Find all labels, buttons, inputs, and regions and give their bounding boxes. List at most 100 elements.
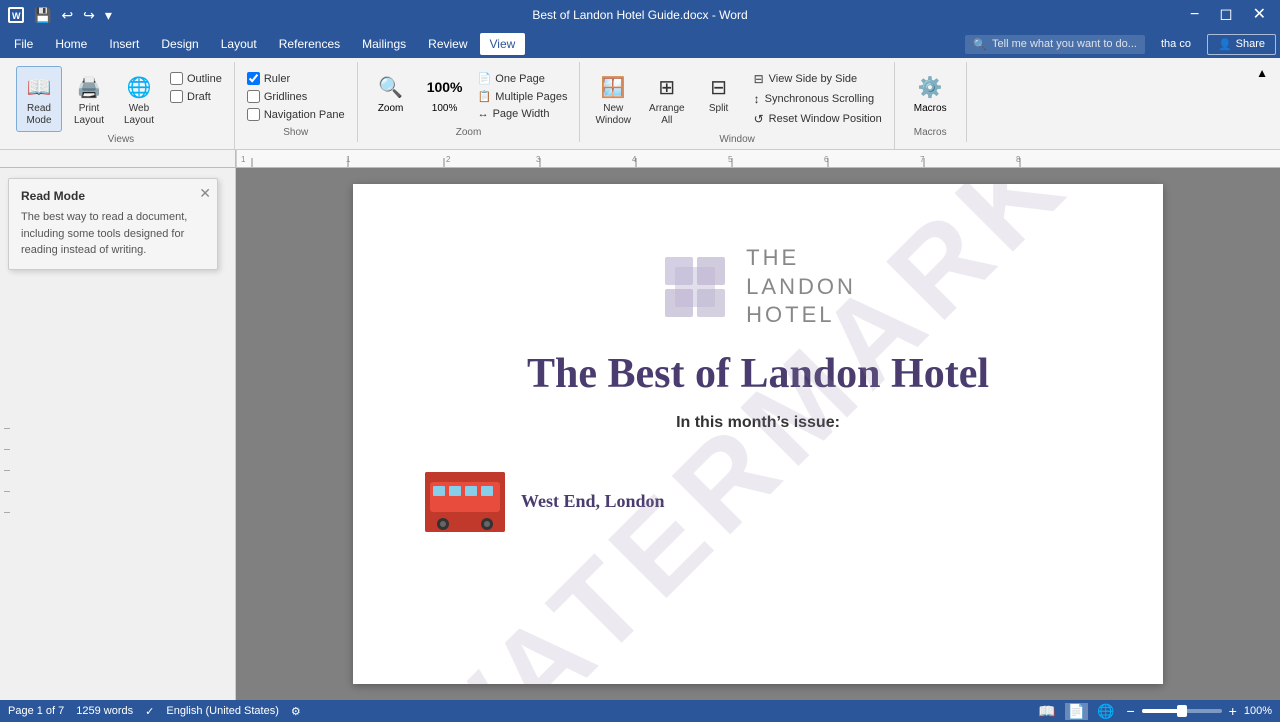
proofing-icon: ✓ — [145, 705, 154, 718]
close-button[interactable]: ✕ — [1247, 0, 1272, 30]
ribbon-group-show: Ruler Gridlines Navigation Pane Show — [235, 62, 358, 142]
web-layout-icon: 🌐 — [123, 71, 155, 103]
title-bar: W 💾 ↩ ↪ ▾ Best of Landon Hotel Guide.doc… — [0, 0, 1280, 30]
person-icon: 👤 — [1218, 38, 1232, 51]
draft-check[interactable]: Draft — [166, 88, 226, 105]
navigation-pane-check[interactable]: Navigation Pane — [243, 106, 349, 123]
line-dash — [4, 470, 10, 471]
left-sidebar: Read Mode The best way to read a documen… — [0, 168, 236, 700]
menu-references[interactable]: References — [269, 33, 350, 55]
print-view-button[interactable]: 📄 — [1065, 703, 1088, 720]
line-numbers — [4, 428, 10, 513]
web-view-button[interactable]: 🌐 — [1094, 703, 1117, 720]
word-icon: W — [8, 7, 24, 23]
tooltip-close-button[interactable]: ✕ — [199, 185, 211, 202]
user-account[interactable]: tha co — [1155, 35, 1197, 53]
multiple-pages-icon: 📋 — [478, 90, 492, 103]
menu-file[interactable]: File — [4, 33, 43, 55]
bus-image — [425, 472, 505, 532]
document-area[interactable]: WATERMARKED THE LANDON H — [236, 168, 1280, 700]
zoom-100-icon: 100% — [429, 71, 461, 103]
page-1: WATERMARKED THE LANDON H — [353, 184, 1163, 684]
ribbon: 📖 ReadMode 🖨️ PrintLayout 🌐 WebLayout Ou… — [0, 58, 1280, 150]
web-layout-button[interactable]: 🌐 WebLayout — [116, 66, 162, 132]
hotel-logo: THE LANDON HOTEL — [660, 244, 856, 330]
split-button[interactable]: ⊟ Split — [696, 66, 742, 120]
zoom-button[interactable]: 🔍 Zoom — [366, 66, 416, 120]
macros-button[interactable]: ⚙️ Macros — [903, 66, 958, 120]
print-layout-button[interactable]: 🖨️ PrintLayout — [66, 66, 112, 132]
gridlines-check[interactable]: Gridlines — [243, 88, 349, 105]
status-bar: Page 1 of 7 1259 words ✓ English (United… — [0, 700, 1280, 722]
tooltip-description: The best way to read a document, includi… — [21, 209, 205, 259]
arrange-all-button[interactable]: ⊞ ArrangeAll — [642, 66, 692, 132]
show-options: Ruler Gridlines Navigation Pane — [243, 66, 349, 123]
zoom-thumb — [1177, 705, 1187, 717]
one-page-btn[interactable]: 📄 One Page — [474, 70, 572, 87]
ruler-area: 1 1 2 3 4 5 6 7 8 — [0, 150, 1280, 168]
hotel-name: THE LANDON HOTEL — [746, 244, 856, 330]
view-side-by-side-option[interactable]: ⊟ View Side by Side — [750, 70, 886, 88]
one-page-icon: 📄 — [478, 72, 492, 85]
minimize-button[interactable]: − — [1184, 0, 1205, 30]
tell-me-search[interactable]: 🔍 Tell me what you want to do... — [965, 35, 1145, 54]
reset-window-position-option[interactable]: ↺ Reset Window Position — [750, 110, 886, 128]
gridlines-checkbox[interactable] — [247, 90, 260, 103]
line-dash — [4, 491, 10, 492]
menu-view[interactable]: View — [480, 33, 526, 55]
multiple-pages-btn[interactable]: 📋 Multiple Pages — [474, 88, 572, 105]
window-buttons: 🪟 NewWindow ⊞ ArrangeAll ⊟ Split ⊟ View … — [588, 62, 885, 132]
menu-design[interactable]: Design — [151, 33, 208, 55]
ruler-check[interactable]: Ruler — [243, 70, 349, 87]
quick-access-toolbar: 💾 ↩ ↪ ▾ — [30, 5, 116, 26]
page-info: Page 1 of 7 — [8, 705, 64, 717]
outline-check[interactable]: Outline — [166, 70, 226, 87]
zoom-out-button[interactable]: − — [1123, 703, 1137, 719]
window-group-label: Window — [588, 132, 885, 149]
save-button[interactable]: 💾 — [30, 5, 55, 26]
views-group-label: Views — [16, 132, 226, 149]
menu-insert[interactable]: Insert — [99, 33, 149, 55]
document-main-title: The Best of Landon Hotel — [527, 350, 989, 398]
section-title: West End, London — [521, 491, 665, 512]
draft-checkbox[interactable] — [170, 90, 183, 103]
customize-button[interactable]: ▾ — [101, 5, 116, 26]
line-dash — [4, 512, 10, 513]
undo-button[interactable]: ↩ — [57, 5, 77, 26]
word-count: 1259 words — [76, 705, 133, 717]
zoom-slider[interactable] — [1142, 709, 1222, 713]
main-area: Read Mode The best way to read a documen… — [0, 168, 1280, 700]
svg-text:2: 2 — [446, 155, 451, 164]
menu-review[interactable]: Review — [418, 33, 477, 55]
menu-home[interactable]: Home — [45, 33, 97, 55]
read-view-button[interactable]: 📖 — [1035, 703, 1058, 720]
hotel-logo-icon — [660, 252, 730, 322]
share-button[interactable]: 👤 Share — [1207, 34, 1276, 55]
zoom-group-label: Zoom — [366, 125, 572, 142]
new-window-button[interactable]: 🪟 NewWindow — [588, 66, 638, 132]
show-group-label: Show — [243, 125, 349, 142]
ruler: 1 1 2 3 4 5 6 7 8 — [236, 150, 1280, 167]
collapse-ribbon-button[interactable]: ▲ — [1252, 62, 1272, 84]
synchronous-scrolling-option[interactable]: ↕ Synchronous Scrolling — [750, 90, 886, 108]
zoom-level: 100% — [1244, 705, 1272, 717]
window-controls: − ◻ ✕ — [1184, 0, 1272, 30]
zoom-buttons: 🔍 Zoom 100% 100% 📄 One Page 📋 Multiple P… — [366, 62, 572, 125]
arrange-all-icon: ⊞ — [651, 71, 683, 103]
macros-icon: ⚙️ — [914, 71, 946, 103]
title-bar-left: W 💾 ↩ ↪ ▾ — [8, 5, 116, 26]
zoom-100-button[interactable]: 100% 100% — [420, 66, 470, 120]
redo-button[interactable]: ↪ — [79, 5, 99, 26]
ruler-checkbox[interactable] — [247, 72, 260, 85]
menu-layout[interactable]: Layout — [211, 33, 267, 55]
status-bar-right: 📖 📄 🌐 − + 100% — [1035, 703, 1272, 720]
page-width-btn[interactable]: ↔ Page Width — [474, 106, 572, 122]
menu-mailings[interactable]: Mailings — [352, 33, 416, 55]
navigation-pane-checkbox[interactable] — [247, 108, 260, 121]
outline-checkbox[interactable] — [170, 72, 183, 85]
print-layout-icon: 🖨️ — [73, 71, 105, 103]
read-mode-button[interactable]: 📖 ReadMode — [16, 66, 62, 132]
zoom-in-button[interactable]: + — [1226, 703, 1240, 719]
restore-button[interactable]: ◻ — [1213, 0, 1238, 30]
zoom-page-options: 📄 One Page 📋 Multiple Pages ↔ Page Width — [474, 66, 572, 122]
